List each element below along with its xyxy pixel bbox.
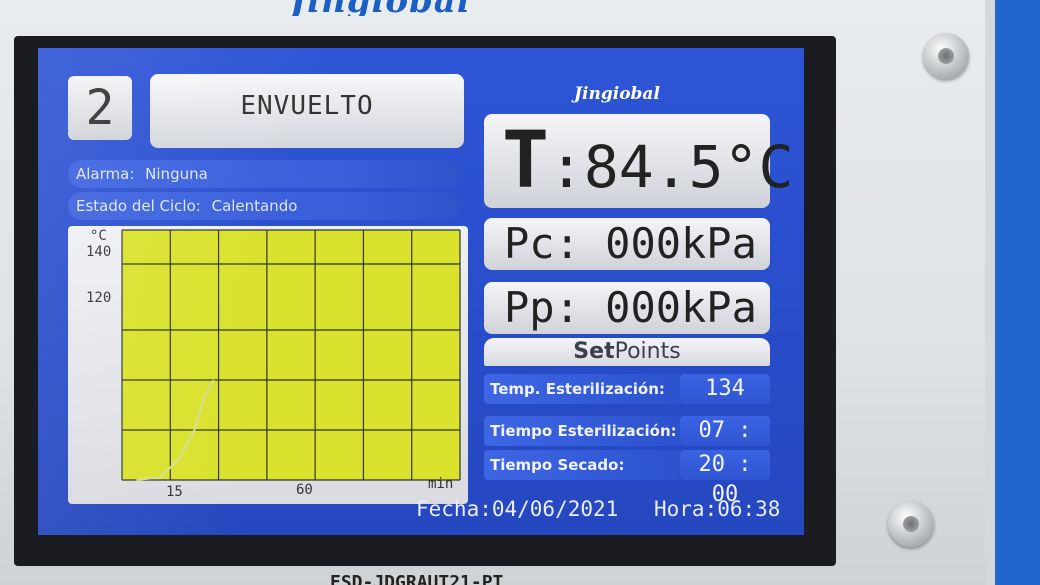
temperature-value: 84.5°C: [583, 133, 794, 201]
chart-plot-area: [122, 230, 460, 480]
setpoint-label: Temp. Esterilización:: [484, 374, 680, 404]
cycle-state-value: Calentando: [211, 197, 298, 215]
cycle-state-label: Estado del Ciclo:: [76, 197, 201, 215]
date-value: 04/06/2021: [491, 497, 619, 521]
device-model-label: ESD-JDGRAUT21-PT: [330, 572, 504, 585]
screw-icon: [888, 501, 934, 547]
hmi-screen: 2 ENVUELTO Alarma: Ninguna Estado del Ci…: [38, 48, 804, 535]
alarm-label: Alarma:: [76, 165, 135, 183]
time-display: Hora:06:38: [654, 494, 780, 524]
temperature-colon: :: [548, 133, 584, 201]
jacket-pressure-readout: Pp: 000kPa: [484, 282, 770, 334]
device-side-panel: [985, 0, 1040, 585]
pp-label: Pp:: [504, 283, 580, 332]
chart-x-tick-label: 60: [296, 482, 313, 498]
setpoints-header[interactable]: SetPoints: [484, 338, 770, 366]
time-label: Hora:: [654, 497, 718, 521]
alarm-value: Ninguna: [145, 165, 208, 183]
setpoint-label: Tiempo Secado:: [484, 450, 680, 480]
chart-y-unit-label: °C: [90, 228, 107, 244]
temperature-prefix: T: [502, 116, 549, 206]
setpoint-row-drying-time: Tiempo Secado: 20 : 00: [484, 450, 770, 507]
setpoint-row-sterilization-time: Tiempo Esterilización: 07 : 00: [484, 416, 770, 473]
setpoint-value-input[interactable]: 134: [680, 374, 770, 404]
chart-x-tick-label: 15: [166, 484, 183, 500]
pc-label: Pc:: [504, 219, 580, 268]
chart-x-unit-label: min: [428, 476, 453, 492]
pp-value: 000kPa: [605, 283, 757, 332]
setpoint-value-input[interactable]: 20 : 00: [680, 450, 770, 507]
chamber-pressure-readout: Pc: 000kPa: [484, 218, 770, 270]
temperature-readout: T:84.5°C: [484, 114, 793, 208]
alarm-row: Alarma: Ninguna: [68, 160, 464, 188]
setpoint-label: Tiempo Esterilización:: [484, 416, 680, 446]
chart-svg: °C140 120 15 60 min: [86, 228, 461, 500]
setpoint-value-input[interactable]: 07 : 00: [680, 416, 770, 473]
setpoint-row-sterilization-temp: Temp. Esterilización: 134: [484, 374, 770, 404]
date-label: Fecha:: [416, 497, 492, 521]
brand-logo: Jingiobal: [574, 84, 660, 104]
time-value: 06:38: [717, 497, 781, 521]
device-brand-logo: Jingiobal: [290, 0, 580, 16]
chart-y-tick-label: 140: [86, 244, 111, 260]
chart-y-tick-label: 120: [86, 290, 111, 306]
screw-icon: [923, 33, 969, 79]
program-name-button[interactable]: ENVUELTO: [150, 74, 464, 148]
setpoints-title-bold: Set: [573, 339, 615, 364]
cycle-number-button[interactable]: 2: [68, 76, 132, 140]
temperature-chart: °C 140 120 15 60 min: [68, 226, 468, 504]
date-display: Fecha:04/06/2021: [416, 494, 618, 524]
setpoints-title-rest: Points: [614, 339, 681, 364]
cycle-state-row: Estado del Ciclo: Calentando: [68, 192, 464, 220]
pc-value: 000kPa: [605, 219, 757, 268]
